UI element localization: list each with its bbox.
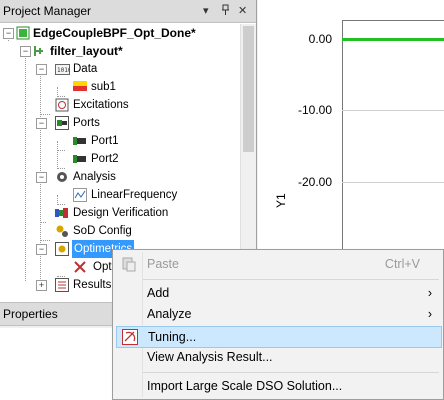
- menu-item-import-dso-solution[interactable]: Import Large Scale DSO Solution...: [116, 376, 440, 396]
- results-icon: [55, 278, 69, 292]
- grid-line: [342, 110, 444, 111]
- menu-item-label: Tuning...: [148, 330, 197, 344]
- collapse-icon[interactable]: −: [3, 28, 14, 39]
- expand-icon[interactable]: +: [36, 280, 47, 291]
- project-icon: [16, 26, 30, 40]
- collapse-icon[interactable]: −: [20, 46, 31, 57]
- menu-item-paste[interactable]: Paste Ctrl+V: [116, 254, 440, 274]
- tree-item-label: Opt: [93, 261, 112, 273]
- scrollbar-thumb[interactable]: [243, 26, 254, 152]
- tree-item-port2[interactable]: Port2: [0, 150, 240, 168]
- data-folder-icon: 1010: [55, 62, 72, 76]
- context-menu: Paste Ctrl+V Add › Analyze › Tuning... V…: [112, 249, 444, 400]
- tree-item-label: filter_layout*: [50, 44, 123, 58]
- project-manager-title: Project Manager: [3, 4, 92, 18]
- trace-line: [342, 38, 444, 41]
- menu-separator: [143, 372, 439, 373]
- tree-item-label: Data: [73, 63, 98, 75]
- menu-item-label: Paste: [147, 257, 179, 271]
- menu-item-tuning[interactable]: Tuning...: [116, 326, 442, 348]
- menu-item-add[interactable]: Add ›: [116, 283, 440, 303]
- excitations-icon: [55, 98, 69, 112]
- tree-item-label: Port1: [91, 135, 119, 147]
- svg-text:1010: 1010: [57, 67, 70, 74]
- tree-item-label: Port2: [91, 153, 119, 165]
- tree-item-label: Results: [73, 279, 112, 291]
- menu-item-label: Add: [147, 286, 170, 300]
- optimetrics-icon: [55, 242, 69, 256]
- tree-item-excitations[interactable]: Excitations: [0, 96, 240, 114]
- tree-item-project[interactable]: − EdgeCoupleBPF_Opt_Done*: [0, 24, 240, 42]
- tree-item-label: Design Verification: [73, 207, 169, 219]
- tree-item-label: Analysis: [73, 171, 116, 183]
- analysis-gear-icon: [55, 170, 69, 184]
- tree-item-label: SoD Config: [73, 225, 132, 237]
- tree-item-label: EdgeCoupleBPF_Opt_Done*: [33, 26, 196, 40]
- submenu-arrow-icon: ›: [427, 307, 432, 321]
- properties-title: Properties: [3, 307, 58, 321]
- y-tick-label: -10.00: [298, 103, 333, 117]
- port-icon: [73, 134, 87, 148]
- substrate-icon: [73, 80, 87, 94]
- collapse-icon[interactable]: −: [36, 118, 47, 129]
- tree-item-sub1[interactable]: sub1: [0, 78, 240, 96]
- project-manager-titlebar: Project Manager ▾ ✕: [0, 0, 256, 23]
- dropdown-icon[interactable]: ▾: [203, 4, 209, 17]
- menu-separator: [143, 279, 439, 280]
- tree-item-port1[interactable]: Port1: [0, 132, 240, 150]
- tree-item-label: Ports: [73, 117, 100, 129]
- submenu-arrow-icon: ›: [427, 286, 432, 300]
- y-tick-label: 0.00: [308, 32, 332, 46]
- y-axis-label: Y1: [274, 193, 288, 208]
- menu-item-label: Analyze: [147, 307, 192, 321]
- tree-item-label: Excitations: [73, 99, 129, 111]
- collapse-icon[interactable]: −: [36, 64, 47, 75]
- tree-item-analysis[interactable]: − Analysis: [0, 168, 240, 186]
- sod-config-icon: [55, 224, 69, 238]
- plot-axes: [342, 20, 444, 261]
- tree-item-filter-layout[interactable]: − filter_layout*: [0, 42, 240, 60]
- menu-item-label: Import Large Scale DSO Solution...: [147, 379, 343, 393]
- menu-item-label: View Analysis Result...: [147, 350, 273, 364]
- tree-item-sod-config[interactable]: SoD Config: [0, 222, 240, 240]
- paste-icon: [121, 256, 137, 272]
- tree-item-label: LinearFrequency: [91, 189, 178, 201]
- tree-item-label: sub1: [91, 81, 116, 93]
- tree-item-linear-frequency[interactable]: LinearFrequency: [0, 186, 240, 204]
- port-icon: [73, 152, 87, 166]
- tuning-icon: [122, 329, 138, 345]
- tree-item-design-verification[interactable]: Design Verification: [0, 204, 240, 222]
- optimization-icon: [73, 260, 87, 274]
- close-icon[interactable]: ✕: [238, 4, 247, 17]
- menu-item-shortcut: Ctrl+V: [384, 257, 420, 271]
- collapse-icon[interactable]: −: [36, 244, 47, 255]
- ports-icon: [55, 116, 69, 130]
- tree-item-data[interactable]: − 1010 Data: [0, 60, 240, 78]
- layout-icon: [32, 44, 46, 58]
- collapse-icon[interactable]: −: [36, 172, 47, 183]
- menu-item-view-analysis-result[interactable]: View Analysis Result...: [116, 347, 440, 367]
- tree-item-ports[interactable]: − Ports: [0, 114, 240, 132]
- design-verification-icon: [55, 206, 69, 220]
- linear-frequency-icon: [73, 188, 87, 202]
- menu-item-analyze[interactable]: Analyze ›: [116, 304, 440, 324]
- grid-line: [342, 182, 444, 183]
- pin-icon[interactable]: [221, 4, 230, 18]
- y-tick-label: -20.00: [298, 175, 333, 189]
